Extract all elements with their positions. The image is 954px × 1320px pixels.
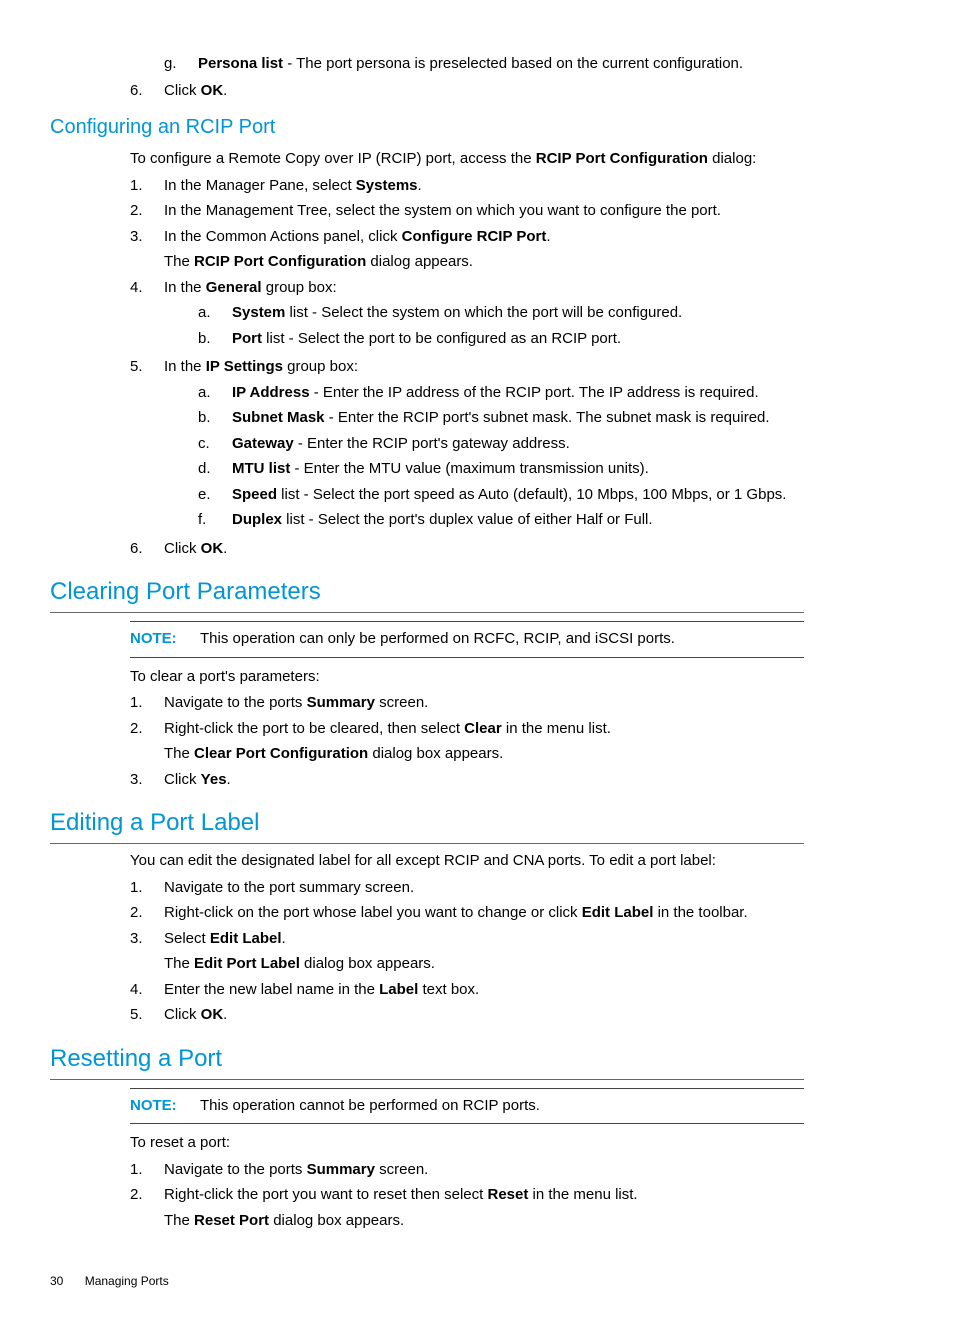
list-item: a.System list - Select the system on whi… (198, 302, 804, 325)
footer-section: Managing Ports (85, 1274, 169, 1288)
list-item: 3.In the Common Actions panel, click Con… (130, 226, 804, 274)
note-text: This operation can only be performed on … (200, 628, 804, 651)
list-item: d.MTU list - Enter the MTU value (maximu… (198, 458, 804, 481)
list-item: f.Duplex list - Select the port's duplex… (198, 509, 804, 532)
sub-list: a.IP Address - Enter the IP address of t… (198, 382, 804, 532)
list-item: 1.Navigate to the port summary screen. (130, 877, 804, 900)
item-marker: g. (164, 53, 198, 76)
note-box: NOTE: This operation can only be perform… (130, 621, 804, 658)
intro-text: To clear a port's parameters: (130, 666, 804, 689)
reset-steps: 1.Navigate to the ports Summary screen. … (130, 1159, 804, 1233)
list-item: 1.Navigate to the ports Summary screen. (130, 1159, 804, 1182)
heading-configuring-rcip: Configuring an RCIP Port (50, 112, 804, 142)
page-footer: 30 Managing Ports (50, 1272, 804, 1290)
list-item: b.Subnet Mask - Enter the RCIP port's su… (198, 407, 804, 430)
top-step-list: 6. Click OK. (130, 80, 804, 103)
sub-list: a.System list - Select the system on whi… (198, 302, 804, 350)
list-item: 3.Select Edit Label.The Edit Port Label … (130, 928, 804, 976)
heading-resetting-port: Resetting a Port (50, 1041, 804, 1080)
list-item: b.Port list - Select the port to be conf… (198, 328, 804, 351)
intro-text: To configure a Remote Copy over IP (RCIP… (130, 148, 804, 171)
page-number: 30 (50, 1272, 63, 1290)
list-item: 1.In the Manager Pane, select Systems. (130, 175, 804, 198)
list-item: 1.Navigate to the ports Summary screen. (130, 692, 804, 715)
list-item: 5.In the IP Settings group box: a.IP Add… (130, 356, 804, 535)
item-text: Persona list - The port persona is prese… (198, 53, 804, 76)
list-item: 4.In the General group box: a.System lis… (130, 277, 804, 354)
item-text: Click OK. (164, 80, 804, 103)
list-item: 2.In the Management Tree, select the sys… (130, 200, 804, 223)
rcip-steps: 1.In the Manager Pane, select Systems. 2… (130, 175, 804, 561)
persona-list-fragment: g. Persona list - The port persona is pr… (164, 53, 804, 76)
intro-text: You can edit the designated label for al… (130, 850, 804, 873)
list-item: 3.Click Yes. (130, 769, 804, 792)
list-item: 4.Enter the new label name in the Label … (130, 979, 804, 1002)
list-item: a.IP Address - Enter the IP address of t… (198, 382, 804, 405)
list-item: 2.Right-click on the port whose label yo… (130, 902, 804, 925)
clear-steps: 1.Navigate to the ports Summary screen. … (130, 692, 804, 791)
list-item: 2.Right-click the port you want to reset… (130, 1184, 804, 1232)
list-item: g. Persona list - The port persona is pr… (164, 53, 804, 76)
note-text: This operation cannot be performed on RC… (200, 1095, 804, 1118)
edit-steps: 1.Navigate to the port summary screen. 2… (130, 877, 804, 1027)
list-item: e.Speed list - Select the port speed as … (198, 484, 804, 507)
item-marker: 6. (130, 80, 164, 103)
heading-editing-port-label: Editing a Port Label (50, 805, 804, 844)
list-item: 2.Right-click the port to be cleared, th… (130, 718, 804, 766)
note-label: NOTE: (130, 628, 200, 651)
list-item: 6.Click OK. (130, 538, 804, 561)
intro-text: To reset a port: (130, 1132, 804, 1155)
heading-clearing-port-parameters: Clearing Port Parameters (50, 574, 804, 613)
list-item: c.Gateway - Enter the RCIP port's gatewa… (198, 433, 804, 456)
list-item: 6. Click OK. (130, 80, 804, 103)
note-box: NOTE: This operation cannot be performed… (130, 1088, 804, 1125)
list-item: 5.Click OK. (130, 1004, 804, 1027)
note-label: NOTE: (130, 1095, 200, 1118)
